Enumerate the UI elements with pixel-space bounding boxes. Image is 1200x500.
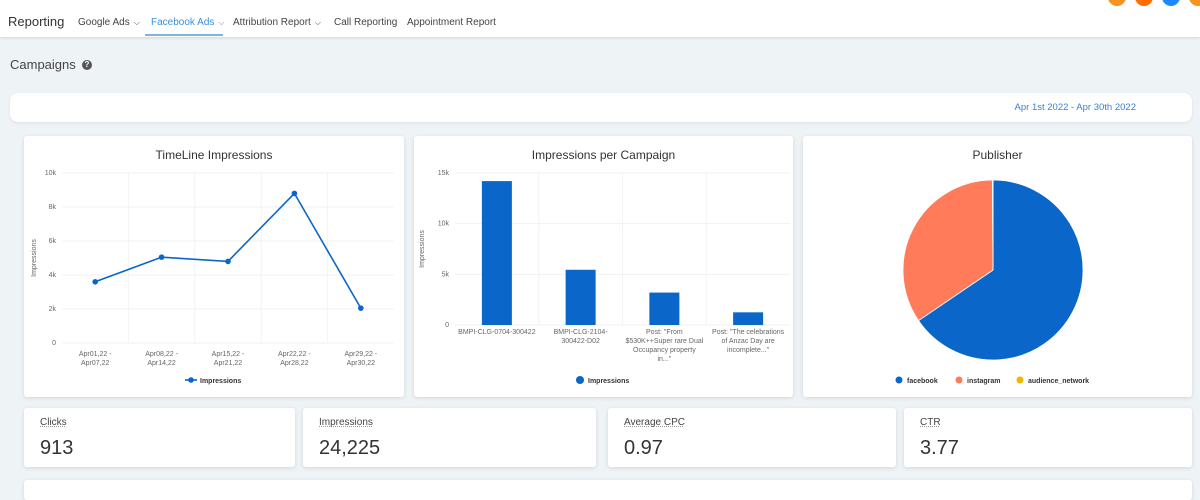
data-point (225, 258, 231, 265)
x-tick-label: Occupancy property (633, 347, 696, 354)
x-tick-label: Apr22,22 - (278, 351, 311, 358)
legend-marker (955, 376, 963, 384)
chevron-down-icon: ⌵ (218, 18, 225, 27)
legend-label: Impressions (200, 378, 241, 385)
data-point (291, 190, 298, 197)
y-axis-label: Impressions (31, 239, 38, 277)
help-icon[interactable]: ? (82, 60, 92, 70)
nav-google-ads[interactable]: Google Ads ⌵ (78, 17, 140, 28)
kpi-label: Average CPC (624, 417, 685, 428)
legend-marker (188, 377, 194, 383)
nav-call-reporting[interactable]: Call Reporting (334, 17, 397, 28)
bar-chart: 0 5k 10k 15k Impressions BMPI-CLG-0704-300422… (419, 170, 790, 385)
y-tick-label: 8k (49, 204, 57, 211)
legend-label: instagram (967, 378, 1000, 385)
legend-marker (576, 376, 584, 384)
active-tab-indicator (145, 34, 223, 36)
x-tick-label: of Anzac Day are (721, 338, 774, 345)
legend-marker (895, 376, 903, 384)
legend-label: Impressions (588, 378, 629, 385)
nav-label: Google Ads (78, 17, 130, 28)
data-point (358, 305, 364, 311)
legend-marker (1016, 376, 1024, 384)
x-tick-label: 300422-D02 (561, 338, 600, 345)
nav-label: Facebook Ads (151, 17, 215, 28)
page-title: Campaigns (10, 57, 76, 72)
kpi-value: 0.97 (624, 437, 663, 459)
x-tick-label: Post: "From (646, 329, 683, 336)
nav-attribution-report[interactable]: Attribution Report ⌵ (233, 17, 321, 28)
x-tick-label: Apr07,22 (81, 360, 110, 367)
series-line (94, 192, 362, 309)
x-tick-label: BMPI-CLG-2104- (554, 329, 609, 336)
y-tick-label: 10k (438, 221, 450, 228)
kpi-label: CTR (920, 417, 941, 428)
data-point (158, 254, 165, 260)
x-tick-label: Apr29,22 - (344, 351, 377, 358)
nav-label: Attribution Report (233, 17, 311, 28)
y-tick-label: 6k (49, 238, 57, 245)
bar (649, 292, 680, 325)
y-tick-label: 4k (49, 272, 57, 279)
bar (481, 181, 512, 325)
avatar[interactable] (1189, 0, 1200, 6)
x-tick-label: $530K++Super rare Dual (625, 338, 703, 345)
x-tick-label: Apr21,22 (214, 360, 243, 367)
bar (565, 269, 596, 325)
y-tick-label: 10k (45, 170, 57, 177)
x-tick-label: incomplete..." (727, 347, 770, 354)
kpi-clicks: Clicks 913 (24, 408, 295, 467)
avatar[interactable] (1162, 0, 1180, 6)
date-filter-bar: Apr 1st 2022 - Apr 30th 2022 (10, 93, 1192, 122)
x-tick-label: in..." (657, 356, 671, 363)
impressions-per-campaign-card: Impressions per Campaign 0 5k 10k 15k Impres… (414, 136, 793, 397)
data-point (92, 279, 98, 285)
y-tick-label: 0 (52, 340, 56, 347)
y-tick-label: 15k (438, 170, 450, 177)
legend-label: audience_network (1028, 378, 1089, 385)
pie-chart: facebook instagram audience_network (895, 179, 1089, 385)
y-axis-label: Impressions (419, 230, 426, 268)
kpi-value: 3.77 (920, 437, 959, 459)
nav-facebook-ads[interactable]: Facebook Ads ⌵ (151, 17, 224, 28)
legend-label: facebook (907, 378, 938, 385)
x-tick-label: Apr08,22 - (145, 351, 178, 358)
line-chart: 0 2k 4k 6k 8k 10k Impressions Apr01,22 - Apr07,2… (31, 170, 394, 385)
x-tick-label: Apr14,22 (147, 360, 176, 367)
brand: Reporting (8, 14, 65, 29)
x-tick-label: Apr01,22 - (79, 351, 112, 358)
timeline-impressions-card: TimeLine Impressions 0 2k 4k 6k 8k 10k Impress… (24, 136, 404, 397)
y-tick-label: 0 (445, 322, 449, 329)
y-tick-label: 5k (442, 271, 450, 278)
nav-appointment-report[interactable]: Appointment Report (407, 17, 496, 28)
chevron-down-icon: ⌵ (133, 18, 140, 27)
x-tick-label: Post: "The celebrations (712, 329, 785, 336)
kpi-average-cpc: Average CPC 0.97 (608, 408, 896, 467)
next-section-card (24, 480, 1192, 500)
chevron-down-icon: ⌵ (314, 18, 321, 27)
bar (733, 312, 764, 325)
x-tick-label: Apr28,22 (280, 360, 309, 367)
kpi-value: 913 (40, 437, 74, 459)
kpi-label: Clicks (40, 417, 67, 428)
kpi-impressions: Impressions 24,225 (303, 408, 596, 467)
pie-slice-audience_network (992, 179, 994, 271)
kpi-ctr: CTR 3.77 (904, 408, 1192, 467)
kpi-value: 24,225 (319, 437, 381, 459)
x-tick-label: BMPI-CLG-0704-300422 (458, 329, 536, 336)
kpi-label: Impressions (319, 417, 373, 428)
x-tick-label: Apr15,22 - (212, 351, 245, 358)
avatar[interactable] (1108, 0, 1126, 6)
date-range-picker[interactable]: Apr 1st 2022 - Apr 30th 2022 (1015, 102, 1136, 113)
publisher-card: Publisher facebook instagram audience_netw… (803, 136, 1192, 397)
top-nav: Reporting Google Ads ⌵ Facebook Ads ⌵ Attr… (0, 0, 1200, 37)
y-tick-label: 2k (49, 306, 57, 313)
avatar[interactable] (1135, 0, 1153, 6)
x-tick-label: Apr30,22 (347, 360, 376, 367)
